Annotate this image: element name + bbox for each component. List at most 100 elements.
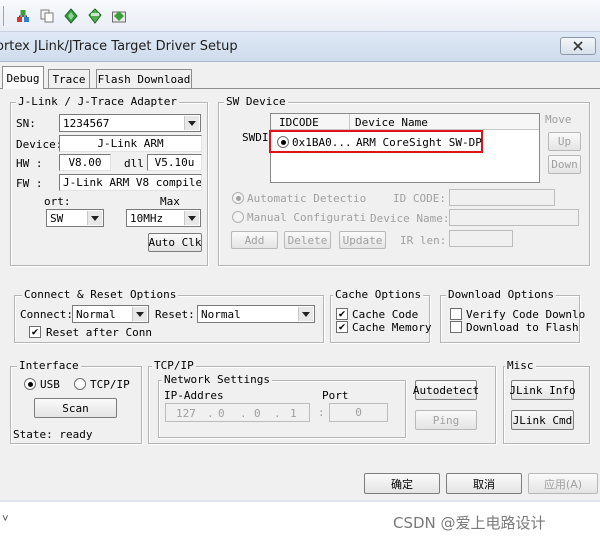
window-title: ortex JLink/JTrace Target Driver Setup	[0, 39, 238, 54]
dll-value: V5.10u	[147, 154, 202, 171]
checkmark-icon: ✔	[338, 307, 346, 320]
jlink-cmd-button[interactable]: JLink Cmd	[511, 410, 574, 430]
toolbar-separator	[3, 6, 4, 26]
hw-label: HW :	[16, 157, 43, 170]
state-label: State: ready	[13, 428, 93, 441]
close-icon	[573, 41, 583, 51]
manage-components-icon[interactable]	[61, 6, 81, 26]
ping-button[interactable]: Ping	[415, 410, 477, 430]
close-button[interactable]	[560, 37, 596, 55]
max-clock-value: 10MHz	[130, 211, 164, 225]
ir-len-input[interactable]	[449, 230, 513, 247]
tcpip-title: TCP/IP	[152, 359, 196, 372]
checkmark-icon: ✔	[31, 325, 39, 338]
move-up-button[interactable]: Up	[548, 132, 581, 151]
top-toolbar	[0, 0, 600, 32]
chevron-down-icon	[87, 211, 102, 225]
ip-dot: .	[240, 407, 247, 420]
sw-table-header-divider	[349, 114, 350, 130]
move-down-button[interactable]: Down	[548, 155, 581, 174]
reset-after-conn-label: Reset after Conn	[46, 326, 152, 339]
tcpip-radio[interactable]	[74, 378, 86, 390]
max-clock-select[interactable]: 10MHz	[126, 209, 201, 227]
id-code-input[interactable]	[449, 189, 555, 206]
copy-target-icon[interactable]	[37, 6, 57, 26]
verify-label: Verify Code Downlo	[466, 308, 586, 321]
scan-button[interactable]: Scan	[34, 398, 117, 418]
verify-checkbox[interactable]	[450, 308, 462, 320]
chevron-down-icon	[132, 307, 147, 321]
interface-title: Interface	[17, 359, 81, 372]
chevron-down-icon	[184, 116, 199, 130]
jlink-info-button[interactable]: JLink Info	[509, 380, 576, 400]
ip-octet-2: 0	[218, 407, 225, 420]
connect-reset-title: Connect & Reset Options	[22, 288, 179, 301]
ok-button[interactable]: 确定	[364, 473, 440, 494]
dll-label: dll	[124, 157, 144, 170]
apply-button[interactable]: 应用(A)	[528, 473, 598, 494]
tcpip-radio-label: TCP/IP	[90, 378, 130, 391]
auto-clk-button[interactable]: Auto Clk	[148, 233, 202, 252]
max-clock-label: Max	[160, 195, 180, 208]
ip-address-input[interactable]: 127 . 0 . 0 . 1	[165, 403, 310, 422]
cancel-button[interactable]: 取消	[446, 473, 522, 494]
select-software-packs-icon[interactable]	[85, 6, 105, 26]
move-label: Move	[545, 113, 572, 126]
add-button[interactable]: Add	[231, 231, 278, 249]
ir-len-label: IR len:	[400, 234, 447, 247]
window-titlebar: ortex JLink/JTrace Target Driver Setup	[0, 32, 600, 62]
tab-debug[interactable]: Debug	[2, 66, 44, 89]
port-label: ort:	[44, 195, 71, 208]
checkmark-icon: ✔	[338, 320, 346, 333]
device-name-label: Device Name:	[370, 212, 450, 225]
connect-value: Normal	[76, 307, 116, 321]
autodetect-button[interactable]: Autodetect	[413, 380, 479, 400]
cache-memory-label: Cache Memory	[352, 321, 432, 334]
connect-select[interactable]: Normal	[72, 305, 149, 323]
cache-memory-checkbox[interactable]: ✔	[336, 321, 348, 333]
reset-after-conn-checkbox[interactable]: ✔	[29, 326, 41, 338]
tab-flash-download[interactable]: Flash Download	[96, 69, 192, 88]
download-options-title: Download Options	[446, 288, 556, 301]
cache-code-checkbox[interactable]: ✔	[336, 308, 348, 320]
col-device-name: Device Name	[355, 116, 428, 129]
hw-value: V8.00	[59, 154, 111, 171]
sn-select[interactable]: 1234567	[59, 114, 201, 132]
update-button[interactable]: Update	[339, 231, 386, 249]
pack-installer-icon[interactable]	[109, 6, 129, 26]
sw-row-radio[interactable]	[277, 136, 289, 148]
network-settings-title: Network Settings	[162, 373, 272, 386]
adapter-group-title: J-Link / J-Trace Adapter	[16, 95, 179, 108]
ip-octet-1: 127	[176, 407, 196, 420]
port-input[interactable]: 0	[329, 403, 388, 422]
col-idcode: IDCODE	[279, 116, 319, 129]
port-select[interactable]: SW	[46, 209, 104, 227]
tab-trace[interactable]: Trace	[48, 69, 90, 88]
device-label: Device:	[16, 138, 63, 151]
ip-address-label: IP-Addres	[164, 389, 224, 402]
auto-detect-label: Automatic Detectio	[247, 192, 367, 205]
reset-label: Reset:	[155, 308, 195, 321]
auto-detect-radio[interactable]	[232, 192, 244, 204]
sw-row-idcode: 0x1BA0...	[292, 136, 352, 149]
fw-value: J-Link ARM V8 compiled l	[59, 174, 202, 191]
ip-port-separator: :	[318, 406, 325, 419]
usb-radio[interactable]	[24, 378, 36, 390]
ip-octet-3: 0	[254, 407, 261, 420]
manual-config-radio[interactable]	[232, 211, 244, 223]
usb-label: USB	[40, 378, 60, 391]
misc-group	[503, 366, 590, 444]
fw-label: FW :	[16, 177, 43, 190]
sn-label: SN:	[16, 117, 36, 130]
ip-dot: .	[207, 407, 214, 420]
device-name-input[interactable]	[449, 209, 579, 226]
chevron-down-icon	[184, 211, 199, 225]
reset-select[interactable]: Normal	[197, 305, 315, 323]
download-flash-checkbox[interactable]	[450, 321, 462, 333]
device-value: J-Link ARM	[59, 135, 202, 152]
port-value: SW	[50, 211, 64, 225]
delete-button[interactable]: Delete	[284, 231, 331, 249]
build-targets-icon[interactable]	[13, 6, 33, 26]
port-value: 0	[355, 406, 362, 419]
manual-config-label: Manual Configurati	[247, 211, 367, 224]
